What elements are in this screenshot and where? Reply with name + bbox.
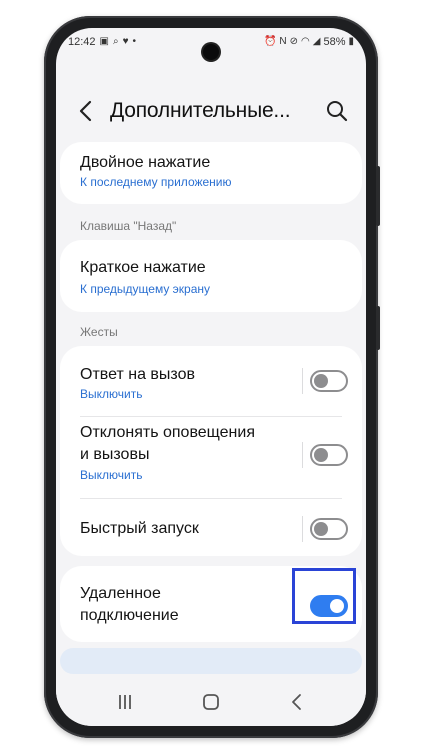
search-notif-icon: ⌕ [112,36,119,47]
dot-icon: • [132,36,137,47]
signal-icon: ◢ [312,36,321,47]
gestures-card: Ответ на вызов Выключить Отклонять опове… [60,346,362,556]
toggle-separator [302,368,303,394]
short-press-title: Краткое нажатие [80,259,206,276]
toggle-separator [302,516,303,542]
double-press-value: К последнему приложению [80,175,232,189]
remote-connection-title-line2: подключение [80,607,179,624]
double-press-item[interactable]: Двойное нажатие К последнему приложению [60,142,362,204]
navigation-bar [56,678,366,726]
back-button[interactable] [74,96,100,126]
battery-percent: 58% [323,36,346,48]
nfc-icon: N [279,36,287,47]
back-nav-button[interactable] [284,692,310,712]
search-icon [327,101,348,122]
recents-icon [119,695,131,709]
short-press-card: Краткое нажатие К предыдущему экрану [60,240,362,312]
home-icon [203,694,219,710]
toggle-separator [302,442,303,468]
chevron-left-icon [79,100,92,122]
bottom-card-peek [60,648,362,674]
status-bar: 12:42 ▣ ⌕ ♥ • ⏰ N ⊘ ◠ ◢ 58% ▮ [56,28,366,56]
quick-launch-toggle[interactable] [310,518,348,540]
home-button[interactable] [198,692,224,712]
decline-alerts-title-line2: и вызовы [80,446,150,463]
screen: 12:42 ▣ ⌕ ♥ • ⏰ N ⊘ ◠ ◢ 58% ▮ Дополнител… [56,28,366,726]
double-press-card: Двойное нажатие К последнему приложению [60,142,362,204]
highlight-box [292,568,356,624]
divider [80,498,342,499]
power-button [376,306,380,350]
answer-call-title: Ответ на вызов [80,366,195,383]
app-bar: Дополнительные... [56,94,366,128]
remote-connection-title-line1: Удаленное [80,585,161,602]
mute-icon: ⊘ [289,36,299,47]
divider [80,416,342,417]
quick-launch-title: Быстрый запуск [80,520,199,537]
decline-alerts-title-line1: Отклонять оповещения [80,424,255,441]
wifi-icon: ◠ [301,36,310,47]
heart-icon: ♥ [122,36,129,47]
volume-button [376,166,380,226]
search-button[interactable] [324,98,350,124]
answer-call-item[interactable]: Ответ на вызов Выключить [60,346,362,414]
answer-call-value: Выключить [80,387,143,401]
recents-button[interactable] [112,692,138,712]
status-time: 12:42 [68,36,96,48]
page-title: Дополнительные... [110,99,291,122]
camera-notif-icon: ▣ [99,36,109,47]
decline-alerts-value: Выключить [80,468,143,482]
alarm-icon: ⏰ [263,36,277,47]
phone-frame: 12:42 ▣ ⌕ ♥ • ⏰ N ⊘ ◠ ◢ 58% ▮ Дополнител… [44,16,380,738]
battery-icon: ▮ [348,36,354,47]
back-key-section-label: Клавиша "Назад" [80,219,177,233]
quick-launch-item[interactable]: Быстрый запуск [60,500,362,556]
answer-call-toggle[interactable] [310,370,348,392]
decline-alerts-item[interactable]: Отклонять оповещения и вызовы Выключить [60,418,362,494]
short-press-value: К предыдущему экрану [80,282,211,296]
double-press-title: Двойное нажатие [80,154,211,171]
back-icon [292,694,301,710]
gestures-section-label: Жесты [80,325,118,339]
decline-alerts-toggle[interactable] [310,444,348,466]
short-press-item[interactable]: Краткое нажатие К предыдущему экрану [60,240,362,312]
